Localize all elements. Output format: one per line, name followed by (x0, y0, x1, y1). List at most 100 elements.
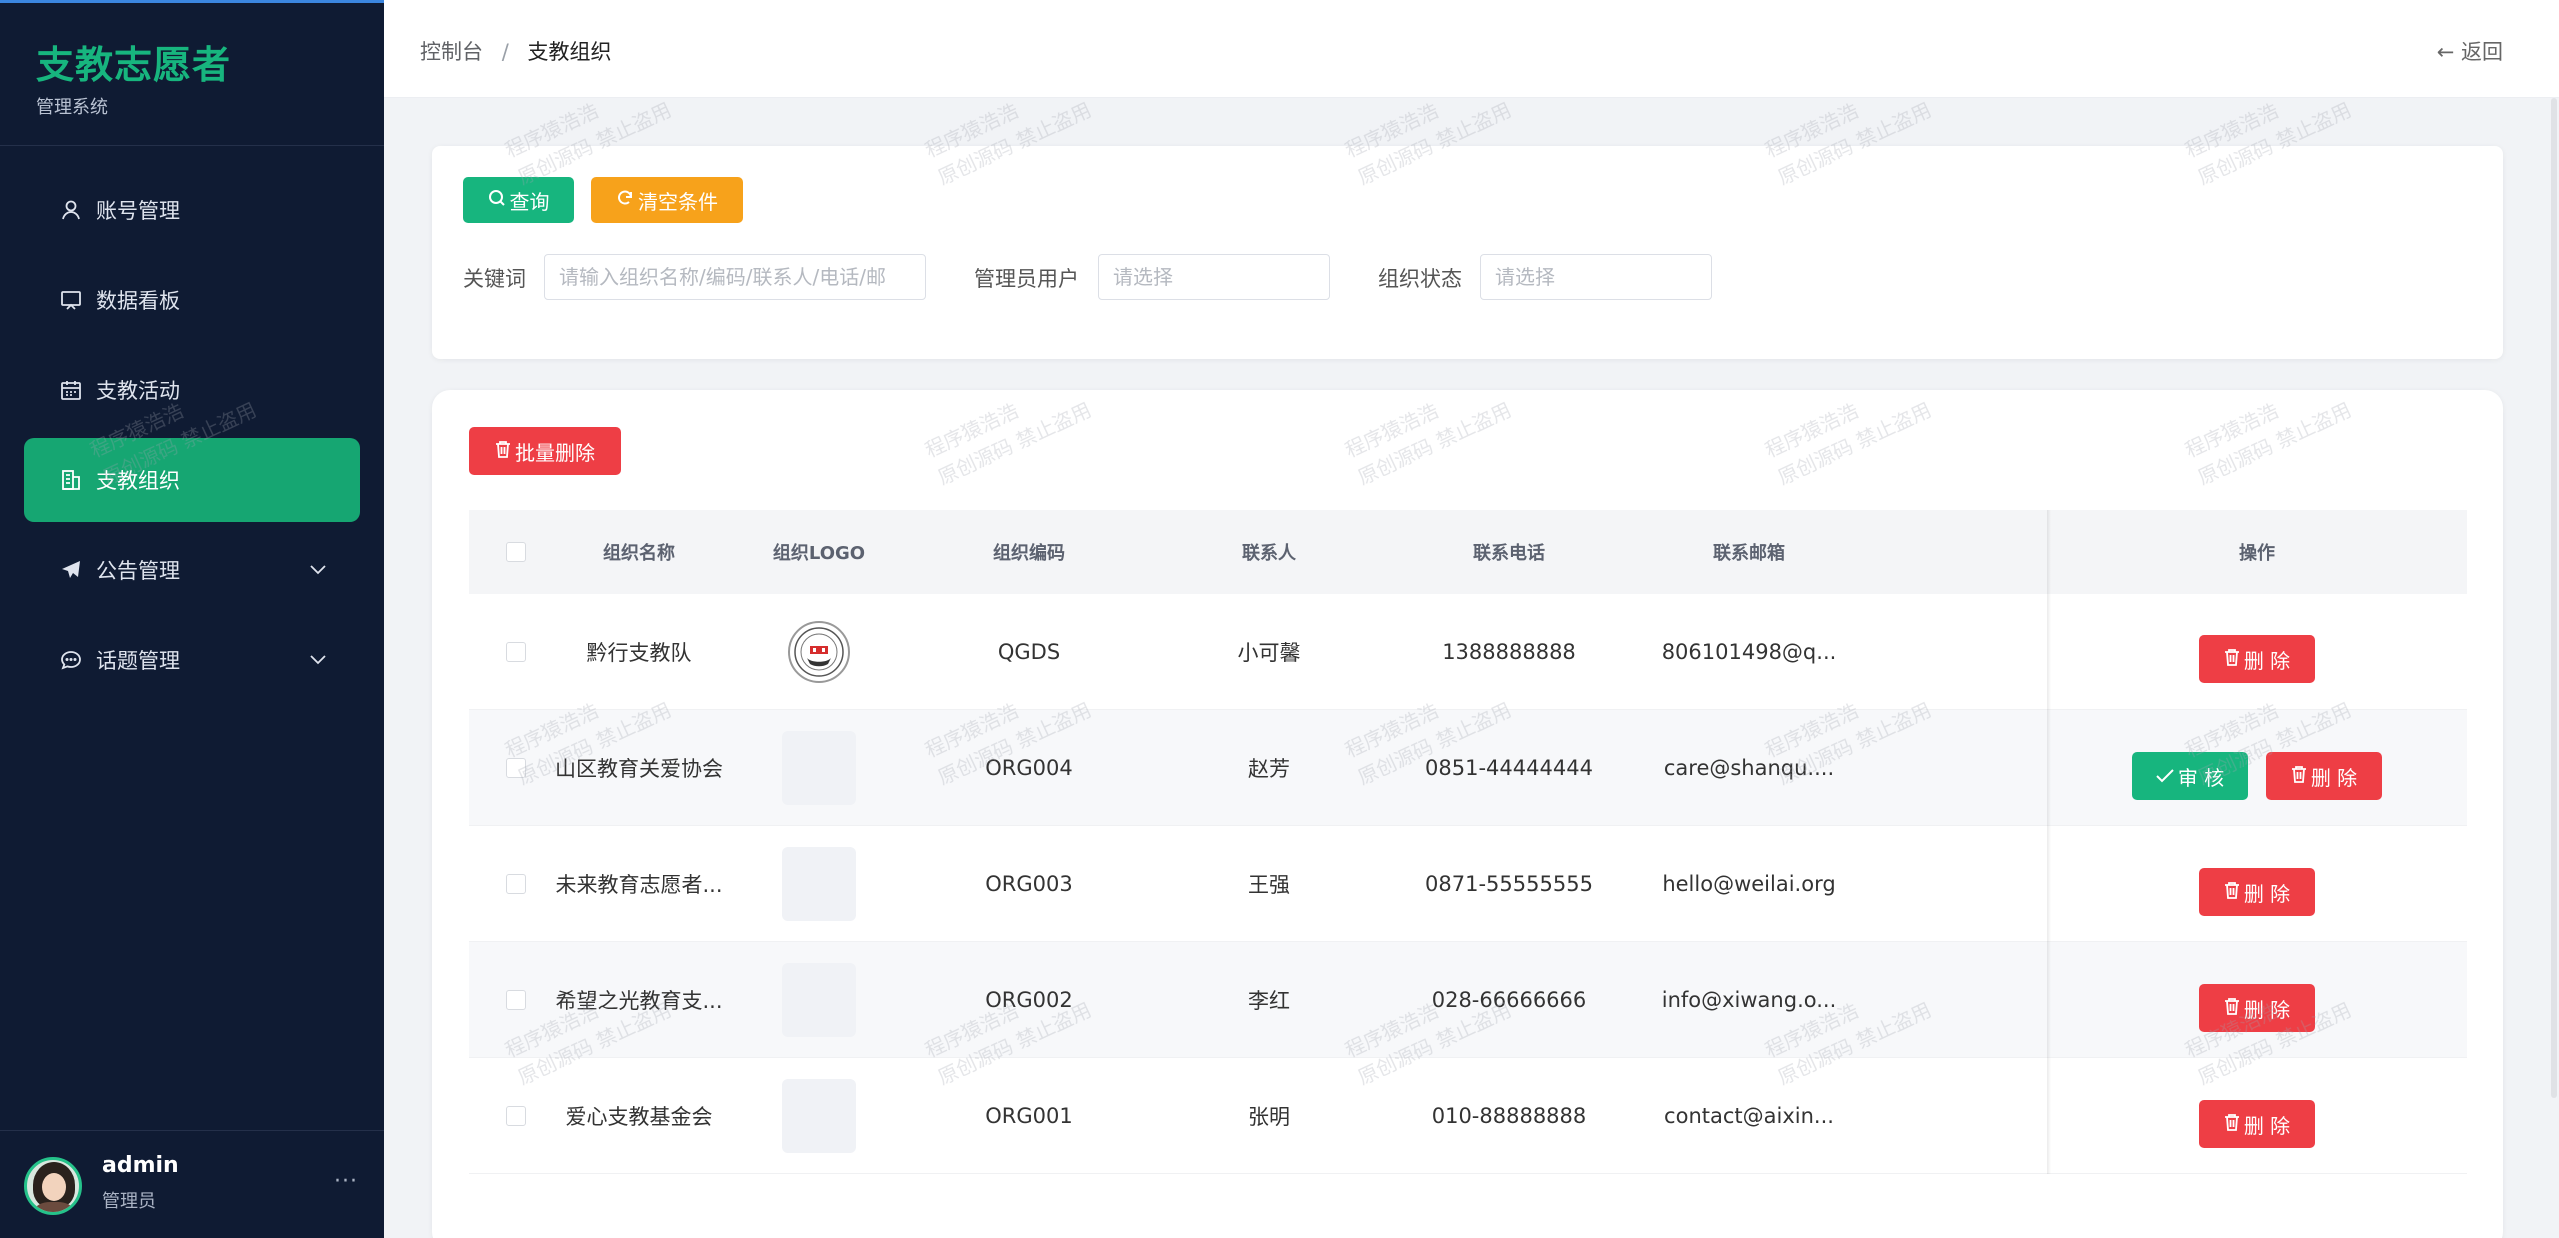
column-header[interactable]: 联系邮箱 (1629, 510, 1869, 594)
scrollbar-thumb[interactable] (2551, 98, 2557, 1098)
column-header[interactable]: 组织编码 (909, 510, 1149, 594)
email-cell: info@xiwang.o... (1661, 988, 1837, 1012)
organization-logo[interactable] (788, 621, 850, 683)
delete-label: 删 除 (2243, 1113, 2291, 1138)
email-cell: 806101498@q... (1661, 640, 1837, 664)
search-panel: 查询 清空条件 关键词 管理员用户 组织状态 (432, 146, 2503, 359)
query-button[interactable]: 查询 (463, 177, 574, 223)
phone-cell: 1388888888 (1442, 640, 1576, 664)
chevron-down-icon[interactable] (308, 649, 328, 669)
trash-icon (2224, 647, 2240, 671)
approve-label: 审 核 (2177, 765, 2225, 790)
user-panel: admin 管理员 ··· (0, 1130, 384, 1238)
row-checkbox[interactable] (506, 1106, 526, 1126)
avatar[interactable] (24, 1157, 82, 1215)
sidebar-menu: 账号管理 数据看板 支教活动 支教组织 公告管理 话题管理 (24, 168, 360, 708)
clear-button[interactable]: 清空条件 (591, 177, 743, 223)
delete-button[interactable]: 删 除 (2199, 1100, 2315, 1148)
delete-button[interactable]: 删 除 (2266, 752, 2382, 800)
keyword-label: 关键词 (463, 267, 526, 291)
query-label: 查询 (509, 189, 550, 214)
send-icon (60, 559, 82, 581)
admin-user-label: 管理员用户 (974, 267, 1079, 291)
batch-delete-button[interactable]: 批量删除 (469, 427, 621, 475)
trash-icon (2291, 764, 2307, 788)
column-header[interactable]: 组织LOGO (729, 510, 909, 594)
menu-item-label: 支教组织 (96, 469, 180, 493)
org-code-cell: ORG003 (985, 872, 1073, 896)
phone-cell: 010-88888888 (1431, 1104, 1587, 1128)
status-select[interactable] (1480, 254, 1712, 300)
org-code-cell: ORG004 (985, 756, 1073, 780)
menu-item-label: 话题管理 (96, 649, 180, 673)
batch-delete-label: 批量删除 (515, 440, 595, 465)
row-checkbox[interactable] (506, 990, 526, 1010)
column-header[interactable]: 联系人 (1149, 510, 1389, 594)
menu-item-topics[interactable]: 话题管理 (24, 618, 360, 702)
brand: 支教志愿者 管理系统 (36, 34, 231, 119)
search-icon (488, 189, 506, 212)
org-logo-cell (729, 826, 909, 942)
breadcrumb-home[interactable]: 控制台 (420, 40, 483, 64)
menu-item-organizations[interactable]: 支教组织 (24, 438, 360, 522)
more-icon[interactable]: ··· (334, 1169, 358, 1194)
table-row: 爱心支教基金会 ORG001 张明 010-88888888 contact@a… (469, 1058, 2467, 1174)
keyword-input[interactable] (544, 254, 926, 300)
admin-user-select[interactable] (1098, 254, 1330, 300)
dashboard-icon (60, 289, 82, 311)
trash-icon (2224, 1112, 2240, 1136)
table-panel: 批量删除 组织名称 组织LOGO 组织编码 联系人 联系电话 联系邮箱 操作 黔… (432, 390, 2503, 1238)
breadcrumb-separator: / (501, 40, 509, 64)
menu-item-label: 公告管理 (96, 559, 180, 583)
user-role: 管理员 (102, 1191, 156, 1212)
contact-cell: 小可馨 (1237, 641, 1301, 665)
delete-button[interactable]: 删 除 (2199, 984, 2315, 1032)
column-header[interactable]: 联系电话 (1389, 510, 1629, 594)
table-row: 希望之光教育支... ORG002 李红 028-66666666 info@x… (469, 942, 2467, 1058)
breadcrumb-current: 支教组织 (527, 40, 612, 64)
menu-item-label: 数据看板 (96, 289, 180, 313)
trash-icon (2224, 880, 2240, 904)
approve-button[interactable]: 审 核 (2132, 752, 2248, 800)
table-header: 组织名称 组织LOGO 组织编码 联系人 联系电话 联系邮箱 操作 (469, 510, 2467, 594)
building-icon (60, 469, 82, 491)
trash-icon (2224, 996, 2240, 1020)
row-checkbox[interactable] (506, 642, 526, 662)
org-code-cell: ORG002 (985, 988, 1073, 1012)
table-row: 山区教育关爱协会 ORG004 赵芳 0851-44444444 care@sh… (469, 710, 2467, 826)
email-cell: contact@aixin... (1664, 1104, 1834, 1128)
contact-cell: 李红 (1248, 989, 1290, 1013)
contact-cell: 赵芳 (1248, 757, 1290, 781)
back-button[interactable]: ← 返回 (2437, 36, 2503, 66)
menu-item-announcements[interactable]: 公告管理 (24, 528, 360, 612)
sidebar-top-accent (0, 0, 384, 3)
logo-placeholder (782, 963, 856, 1037)
chevron-down-icon[interactable] (308, 559, 328, 579)
back-label: 返回 (2461, 40, 2503, 64)
column-header[interactable]: 组织名称 (549, 510, 729, 594)
menu-item-accounts[interactable]: 账号管理 (24, 168, 360, 252)
menu-item-activities[interactable]: 支教活动 (24, 348, 360, 432)
delete-label: 删 除 (2310, 765, 2358, 790)
vertical-scrollbar[interactable] (2549, 98, 2559, 1238)
select-all-checkbox[interactable] (506, 542, 526, 562)
trash-icon (495, 440, 511, 463)
row-checkbox[interactable] (506, 758, 526, 778)
logo-placeholder (782, 731, 856, 805)
menu-item-label: 账号管理 (96, 199, 180, 223)
delete-button[interactable]: 删 除 (2199, 635, 2315, 683)
contact-cell: 张明 (1248, 1105, 1290, 1129)
row-checkbox[interactable] (506, 874, 526, 894)
org-name-cell: 山区教育关爱协会 (555, 757, 723, 781)
org-name-cell: 希望之光教育支... (555, 989, 723, 1013)
breadcrumb: 控制台 / 支教组织 (420, 36, 611, 66)
menu-item-label: 支教活动 (96, 379, 180, 403)
column-header: 操作 (2239, 543, 2275, 564)
refresh-icon (616, 189, 634, 212)
user-icon (60, 199, 82, 221)
fixed-column-divider (2047, 510, 2051, 1174)
menu-item-dashboard[interactable]: 数据看板 (24, 258, 360, 342)
brand-subtitle: 管理系统 (36, 97, 108, 118)
arrow-left-icon: ← (2436, 40, 2455, 64)
delete-button[interactable]: 删 除 (2199, 868, 2315, 916)
